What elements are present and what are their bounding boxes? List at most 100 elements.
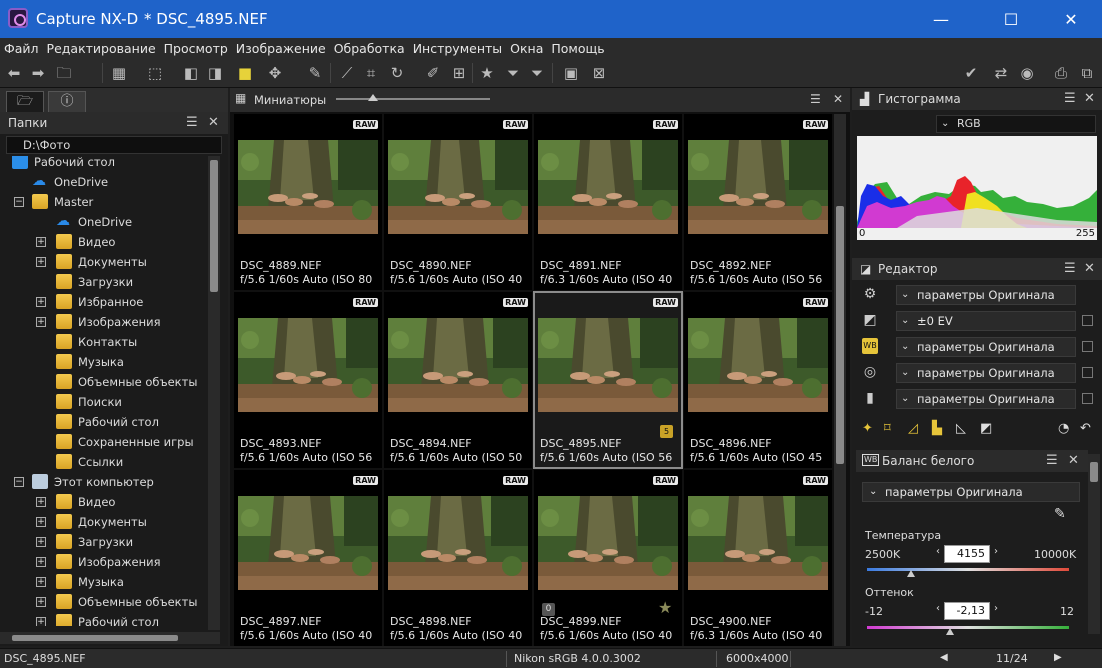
gear-icon[interactable]: ⚙ <box>862 286 878 302</box>
auto-retouch-icon[interactable]: ⊞ <box>450 64 468 82</box>
expand-icon[interactable]: + <box>36 257 46 267</box>
tree-node[interactable]: + Изображения <box>0 552 207 572</box>
menu-view[interactable]: Просмотр <box>164 41 228 56</box>
panel-close-icon[interactable]: ✕ <box>833 92 843 106</box>
menu-process[interactable]: Обработка <box>334 41 405 56</box>
histogram-channel-select[interactable]: ⌄ RGB <box>936 115 1096 133</box>
star-icon[interactable]: ★ <box>478 64 496 82</box>
menu-help[interactable]: Помощь <box>551 41 604 56</box>
tint-increase-icon[interactable]: › <box>994 603 998 614</box>
rotate-icon[interactable]: ↻ <box>388 64 406 82</box>
tree-node[interactable]: + Рабочий стол <box>0 612 207 626</box>
grid-view-icon[interactable]: ▦ <box>110 64 128 82</box>
app-launch-icon[interactable]: ◉ <box>1018 64 1036 82</box>
color-booster-icon[interactable]: ◩ <box>980 421 992 436</box>
multi-view-icon[interactable]: ■ <box>236 64 254 82</box>
expand-icon[interactable]: + <box>36 557 46 567</box>
batch-icon[interactable]: ⧉ <box>1078 64 1096 82</box>
menu-window[interactable]: Окна <box>510 41 543 56</box>
thumbnail-cell[interactable]: RAW DSC_4890.NEF f/5.6 1/60s Auto (ISO 40 <box>384 114 532 290</box>
hand-icon[interactable]: ✥ <box>266 64 284 82</box>
panel-close-icon[interactable]: ✕ <box>208 112 219 134</box>
thumbnail-cell[interactable]: RAW DSC_4889.NEF f/5.6 1/60s Auto (ISO 80 <box>234 114 382 290</box>
tree-node[interactable]: + Изображения <box>0 312 207 332</box>
expand-icon[interactable]: + <box>36 577 46 587</box>
thumbnail-cell[interactable]: RAW DSC_4892.NEF f/5.6 1/60s Auto (ISO 56 <box>684 114 832 290</box>
tree-node[interactable]: + Музыка <box>0 572 207 592</box>
maximize-button[interactable]: ☐ <box>988 0 1034 38</box>
levels-curves-icon[interactable]: ◿ <box>908 421 918 436</box>
forward-arrow-icon[interactable]: ➡ <box>29 64 47 82</box>
expand-icon[interactable]: + <box>36 617 46 626</box>
tree-node[interactable]: Поиски <box>0 392 207 412</box>
thumbnail-cell[interactable]: RAW DSC_4893.NEF f/5.6 1/60s Auto (ISO 56 <box>234 292 382 468</box>
editor-select[interactable]: ⌄ параметры Оригинала <box>896 337 1076 357</box>
tree-node[interactable]: Ссылки <box>0 452 207 472</box>
editor-select[interactable]: ⌄ параметры Оригинала <box>896 285 1076 305</box>
apply-checkbox[interactable] <box>1082 315 1093 326</box>
collapse-icon[interactable]: − <box>14 477 24 487</box>
rating-badge[interactable]: 5 <box>660 425 673 438</box>
tree-node[interactable]: − Master <box>0 192 207 212</box>
tree-node[interactable]: Объемные объекты <box>0 372 207 392</box>
temperature-value[interactable]: 4155 <box>944 545 990 563</box>
temperature-increase-icon[interactable]: › <box>994 546 998 557</box>
tree-node[interactable]: Контакты <box>0 332 207 352</box>
white-balance-mode-select[interactable]: ⌄ параметры Оригинала <box>862 482 1080 502</box>
tree-node[interactable]: + Видео <box>0 232 207 252</box>
tree-node[interactable]: Музыка <box>0 352 207 372</box>
tree-node[interactable]: Сохраненные игры <box>0 432 207 452</box>
gray-point-eyedropper-icon[interactable]: ✎ <box>1054 506 1066 522</box>
path-field[interactable]: D:\Фото <box>6 136 222 154</box>
expand-icon[interactable]: + <box>36 517 46 527</box>
apply-checkbox[interactable] <box>1082 367 1093 378</box>
crop-icon[interactable]: ⌗ <box>362 64 380 82</box>
camera-icon[interactable]: ▮ <box>862 390 878 406</box>
tint-slider[interactable] <box>867 626 1069 635</box>
expand-icon[interactable]: + <box>36 497 46 507</box>
open-folder-icon[interactable]: 🗀 <box>55 64 73 82</box>
tone-curve-icon[interactable]: ◺ <box>956 421 966 436</box>
back-arrow-icon[interactable]: ⬅ <box>5 64 23 82</box>
thumbnail-cell[interactable]: RAW DSC_4895.NEF f/5.6 1/60s Auto (ISO 56 5 <box>533 291 683 469</box>
star-icon[interactable]: ★ <box>658 598 672 617</box>
thumbnail-cell[interactable]: RAW DSC_4894.NEF f/5.6 1/60s Auto (ISO 50 <box>384 292 532 468</box>
checkmark-icon[interactable]: ✔ <box>962 64 980 82</box>
panel-close-icon[interactable]: ✕ <box>1084 258 1095 280</box>
tree-node[interactable]: ☁ OneDrive <box>0 212 207 232</box>
tint-value[interactable]: -2,13 <box>944 602 990 620</box>
compare-2-icon[interactable]: ◨ <box>206 64 224 82</box>
filter-clear-icon[interactable]: ⏷ <box>528 64 546 82</box>
expand-icon[interactable]: + <box>36 597 46 607</box>
tint-decrease-icon[interactable]: ‹ <box>936 603 940 614</box>
eyedropper-icon[interactable]: ✎ <box>306 64 324 82</box>
filter-icon[interactable]: ⏷ <box>504 64 522 82</box>
tree-node[interactable]: − Этот компьютер <box>0 472 207 492</box>
collapse-icon[interactable]: − <box>14 197 24 207</box>
minimize-button[interactable]: — <box>918 0 964 38</box>
noise-reduction-icon[interactable]: ✦ <box>862 421 873 436</box>
panel-menu-icon[interactable]: ☰ <box>1046 450 1058 472</box>
menu-image[interactable]: Изображение <box>236 41 326 56</box>
previous-image-icon[interactable]: ◀ <box>940 652 948 663</box>
editor-select[interactable]: ⌄ параметры Оригинала <box>896 389 1076 409</box>
history-icon[interactable]: ◔ <box>1058 421 1069 436</box>
retouch-brush-icon[interactable]: ✐ <box>424 64 442 82</box>
tree-node[interactable]: Загрузки <box>0 272 207 292</box>
panel-menu-icon[interactable]: ☰ <box>1064 88 1076 110</box>
next-image-icon[interactable]: ▶ <box>1054 652 1062 663</box>
compare-icon[interactable]: ◧ <box>182 64 200 82</box>
straighten-icon[interactable]: ⟋ <box>338 64 356 82</box>
expand-icon[interactable]: + <box>36 317 46 327</box>
lch-icon[interactable]: ▙ <box>932 421 942 436</box>
thumbnail-cell[interactable]: RAW DSC_4899.NEF f/5.6 1/60s Auto (ISO 40 0… <box>534 470 682 646</box>
tree-node[interactable]: Рабочий стол <box>0 412 207 432</box>
panel-close-icon[interactable]: ✕ <box>1084 88 1095 110</box>
tree-hscrollbar[interactable] <box>0 632 220 644</box>
tree-node[interactable]: Рабочий стол <box>0 156 207 172</box>
expand-icon[interactable]: + <box>36 297 46 307</box>
picture-control-icon[interactable]: ◎ <box>862 364 878 380</box>
exposure-icon[interactable]: ◩ <box>862 312 878 328</box>
transfer-icon[interactable]: ⇄ <box>992 64 1010 82</box>
folder-tab[interactable]: 🗁 <box>6 91 44 112</box>
